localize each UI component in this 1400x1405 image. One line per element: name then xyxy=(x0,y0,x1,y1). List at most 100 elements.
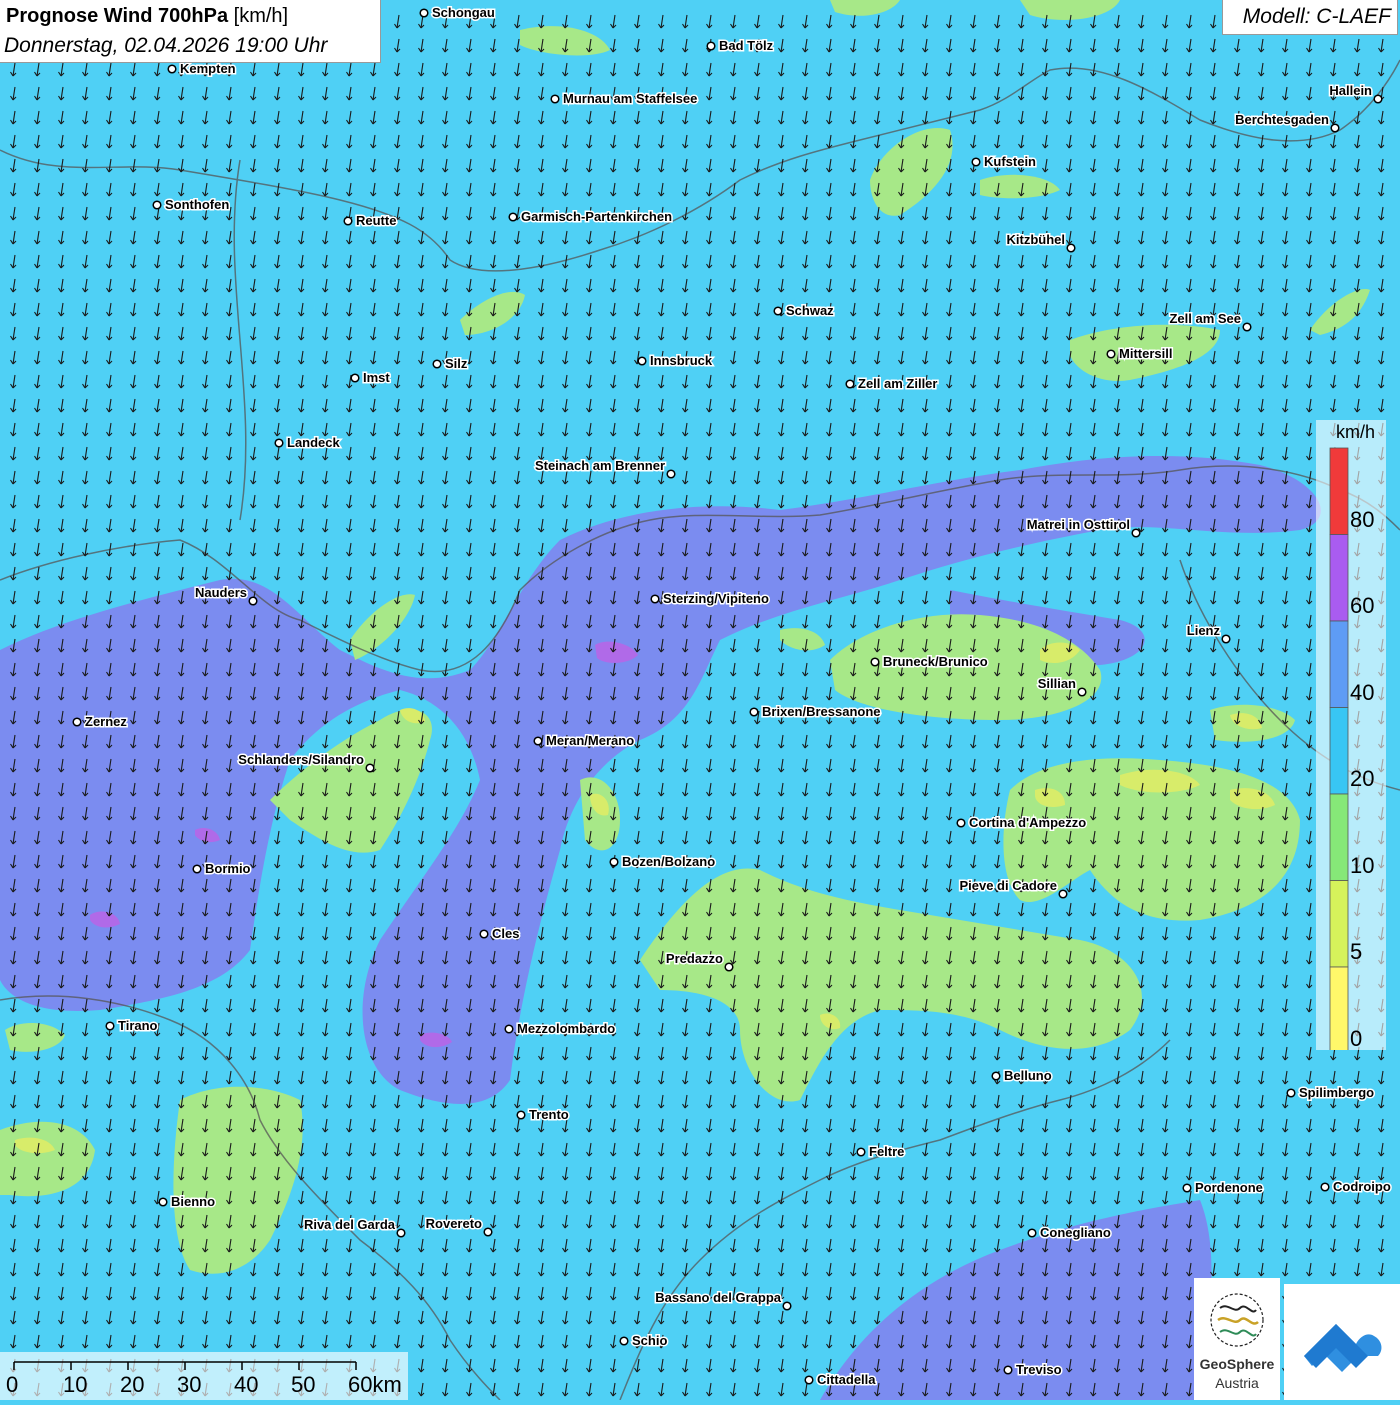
city-label: Trento xyxy=(529,1107,569,1122)
city-dot-icon xyxy=(365,763,375,773)
city-label: Cittadella xyxy=(817,1372,876,1387)
city-label: Bruneck/Brunico xyxy=(883,654,988,669)
city-dot-icon xyxy=(192,864,202,874)
city-marker: Sonthofen xyxy=(152,196,231,214)
city-marker: Conegliano xyxy=(1027,1224,1112,1242)
city-label: Meran/Merano xyxy=(546,733,634,748)
city-label: Innsbruck xyxy=(650,353,713,368)
city-label: Pordenone xyxy=(1195,1180,1263,1195)
city-dot-icon xyxy=(619,1336,629,1346)
legend-label: 60 xyxy=(1350,593,1375,618)
city-dot-icon xyxy=(1373,94,1383,104)
city-label: Predazzo xyxy=(666,951,723,966)
city-label: Bad Tölz xyxy=(719,38,774,53)
model-name: Modell: C-LAEF xyxy=(1242,5,1391,28)
city-label: Steinach am Brenner xyxy=(535,458,665,473)
city-label: Riva del Garda xyxy=(304,1217,396,1232)
city-marker: Zell am Ziller xyxy=(845,375,939,393)
city-dot-icon xyxy=(1077,687,1087,697)
city-dot-icon xyxy=(1027,1228,1037,1238)
scale-label: 0 xyxy=(6,1372,19,1397)
city-label: Schongau xyxy=(432,5,495,20)
legend-swatch xyxy=(1329,620,1349,708)
city-dot-icon xyxy=(550,94,560,104)
city-label: Treviso xyxy=(1016,1362,1062,1377)
city-label: Bienno xyxy=(171,1194,215,1209)
scale-label: 20 xyxy=(120,1372,145,1397)
legend-label: 5 xyxy=(1350,939,1363,964)
legend-label: 0 xyxy=(1350,1025,1363,1051)
city-dot-icon xyxy=(845,379,855,389)
city-dot-icon xyxy=(773,306,783,316)
legend-swatch xyxy=(1329,793,1349,881)
city-label: Bozen/Bolzano xyxy=(622,854,715,869)
city-label: Sillian xyxy=(1038,676,1076,691)
legend-label: 20 xyxy=(1350,766,1375,791)
city-dot-icon xyxy=(483,1227,493,1237)
city-label: Rovereto xyxy=(426,1216,482,1231)
city-label: Zell am See xyxy=(1169,311,1241,326)
city-dot-icon xyxy=(396,1228,406,1238)
city-marker: Pordenone xyxy=(1182,1179,1264,1197)
city-label: Landeck xyxy=(287,435,341,450)
city-dot-icon xyxy=(248,596,258,606)
city-label: Kempten xyxy=(180,61,236,76)
city-dot-icon xyxy=(105,1021,115,1031)
city-dot-icon xyxy=(637,356,647,366)
city-label: Mittersill xyxy=(1119,346,1172,361)
city-marker: Sterzing/Vipiteno xyxy=(650,590,770,608)
city-dot-icon xyxy=(706,41,716,51)
city-label: Zell am Ziller xyxy=(858,376,937,391)
wind-map: Schongau Bad Tölz Kempten Murnau am Staffel… xyxy=(0,0,1400,1400)
city-dot-icon xyxy=(856,1147,866,1157)
city-label: Silz xyxy=(445,356,468,371)
city-dot-icon xyxy=(1286,1088,1296,1098)
city-label: Schio xyxy=(632,1333,667,1348)
city-dot-icon xyxy=(991,1071,1001,1081)
city-marker: Innsbruck xyxy=(637,352,714,370)
city-dot-icon xyxy=(158,1197,168,1207)
city-dot-icon xyxy=(870,657,880,667)
geosphere-logo: GeoSphere Austria xyxy=(1194,1278,1280,1400)
geosphere-emblem-icon xyxy=(1210,1293,1264,1347)
city-label: Cles xyxy=(492,926,519,941)
city-marker: Spilimbergo xyxy=(1286,1084,1376,1102)
city-label: Reutte xyxy=(356,213,396,228)
city-label: Matrei in Osttirol xyxy=(1027,517,1130,532)
city-label: Belluno xyxy=(1004,1068,1052,1083)
city-marker: Brixen/Bressanone xyxy=(749,703,882,721)
city-dot-icon xyxy=(1221,634,1231,644)
city-dot-icon xyxy=(350,373,360,383)
city-marker: Bozen/Bolzano xyxy=(609,853,717,871)
city-label: Spilimbergo xyxy=(1299,1085,1374,1100)
legend-swatch xyxy=(1329,447,1349,535)
legend-swatch xyxy=(1329,534,1349,622)
city-marker: Murnau am Staffelsee xyxy=(550,90,699,108)
title-bold: Prognose Wind 700hPa xyxy=(6,5,229,27)
map-title: Prognose Wind 700hPa [km/h] xyxy=(6,5,288,28)
city-dot-icon xyxy=(609,857,619,867)
city-dot-icon xyxy=(724,962,734,972)
city-dot-icon xyxy=(804,1375,814,1385)
scale-label: 10 xyxy=(63,1372,88,1397)
city-dot-icon xyxy=(782,1301,792,1311)
city-dot-icon xyxy=(508,212,518,222)
city-dot-icon xyxy=(516,1110,526,1120)
city-dot-icon xyxy=(1320,1182,1330,1192)
city-label: Sonthofen xyxy=(165,197,229,212)
city-label: Pieve di Cadore xyxy=(959,878,1057,893)
city-marker: Schongau xyxy=(419,4,496,22)
legend-swatch xyxy=(1329,707,1349,795)
city-label: Schwaz xyxy=(786,303,834,318)
city-marker: Cortina d'Ampezzo xyxy=(956,814,1088,832)
city-dot-icon xyxy=(1242,322,1252,332)
city-label: Murnau am Staffelsee xyxy=(563,91,697,106)
city-marker: Mezzolombardo xyxy=(504,1020,617,1038)
geosphere-sub: Austria xyxy=(1215,1375,1259,1391)
city-dot-icon xyxy=(343,216,353,226)
city-dot-icon xyxy=(274,438,284,448)
city-label: Bassano del Grappa xyxy=(655,1290,781,1305)
scale-bar: 0 10 20 30 40 50 60km xyxy=(0,1352,408,1400)
city-dot-icon xyxy=(749,707,759,717)
city-dot-icon xyxy=(432,359,442,369)
